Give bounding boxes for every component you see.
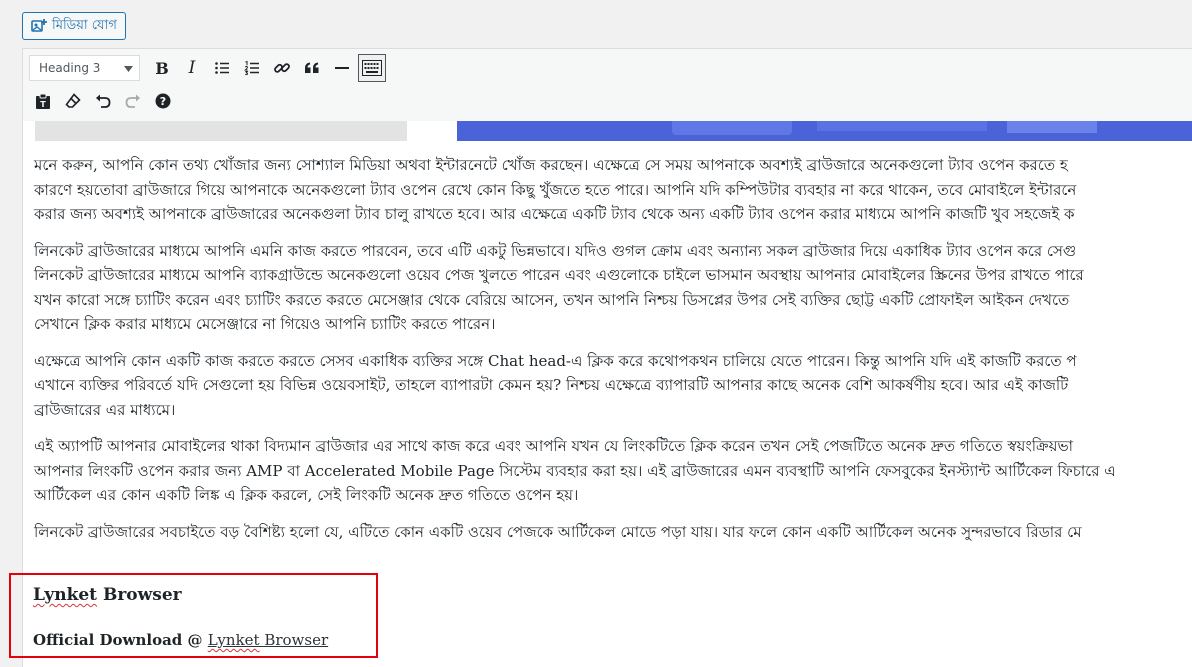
blockquote-icon	[304, 61, 320, 75]
paste-as-text-button[interactable]: T	[29, 87, 57, 115]
paragraph-line: লিনকেট ব্রাউজারের সবচাইতে বড় বৈশিষ্ট্য …	[34, 522, 1082, 541]
svg-text:T: T	[40, 100, 46, 109]
paragraph: লিনকেট ব্রাউজারের সবচাইতে বড় বৈশিষ্ট্য …	[34, 520, 1192, 545]
paragraph-line: লিনকেট ব্রাউজারের মাধ্যমে আপনি এমনি কাজ …	[34, 241, 1077, 260]
add-media-label: মিডিয়া যোগ	[52, 17, 117, 33]
paragraph: এক্ষেত্রে আপনি কোন একটি কাজ করতে করতে সে…	[34, 349, 1192, 423]
horizontal-line-icon	[335, 66, 349, 70]
help-button[interactable]: ?	[149, 87, 177, 115]
paragraph-line: করার জন্য অবশ্যই আপনাকে ব্রাউজারের অনেকগ…	[34, 205, 1075, 223]
paragraph-line: আর্টিকেল এর কোন একটি লিঙ্ক এ ক্লিক করলে,…	[34, 486, 579, 504]
help-icon: ?	[155, 93, 171, 109]
numbered-list-button[interactable]	[238, 54, 266, 82]
download-link-word-misspelled: Lynket	[207, 631, 260, 649]
paste-as-text-icon: T	[35, 93, 51, 110]
article-paragraphs: মনে করুন, আপনি কোন তথ্য খোঁজার জন্য সোশ্…	[34, 153, 1192, 556]
download-line: Official Download @ Lynket Browser	[33, 631, 328, 649]
clear-formatting-button[interactable]	[59, 87, 87, 115]
clear-formatting-icon	[65, 93, 81, 109]
content-heading: Lynket Browser	[33, 585, 182, 605]
paragraph-line: যখন কারো সঙ্গে চ্যাটিং করেন এবং চ্যাটিং …	[34, 290, 1070, 309]
link-button[interactable]	[268, 54, 296, 82]
bulleted-list-icon	[214, 60, 230, 76]
add-media-button[interactable]: মিডিয়া যোগ	[22, 12, 126, 40]
paragraph-line: এই অ্যাপটি আপনার মোবাইলের থাকা বিদ্যমান …	[34, 437, 1073, 455]
italic-button[interactable]: I	[178, 54, 206, 82]
paragraph-line: সেখানে ক্লিক করার মাধ্যমে মেসেঞ্জারে না …	[34, 315, 496, 333]
paragraph: লিনকেট ব্রাউজারের মাধ্যমে আপনি এমনি কাজ …	[34, 239, 1192, 337]
wordpress-classic-editor: মিডিয়া যোগ Heading 3 B I T ? মনে করুন, …	[0, 0, 1192, 667]
redo-icon	[125, 94, 141, 108]
heading-word: Browser	[97, 585, 182, 605]
toolbar-row-1: Heading 3 B I	[29, 53, 386, 83]
format-select[interactable]: Heading 3	[29, 55, 140, 81]
horizontal-line-button[interactable]	[328, 54, 356, 82]
toolbar-toggle-icon	[362, 60, 382, 76]
bold-icon: B	[155, 58, 169, 78]
image-thumbnail-right	[457, 121, 1192, 141]
bulleted-list-button[interactable]	[208, 54, 236, 82]
bold-button[interactable]: B	[148, 54, 176, 82]
format-select-value: Heading 3	[39, 61, 101, 75]
svg-text:?: ?	[160, 95, 166, 108]
caret-down-icon	[124, 61, 133, 75]
undo-button[interactable]	[89, 87, 117, 115]
paragraph-line: ব্রাউজারের এর মাধ্যমে।	[34, 400, 176, 419]
redo-button[interactable]	[119, 87, 147, 115]
toolbar-row-2: T ?	[29, 86, 177, 116]
media-buttons-bar: মিডিয়া যোগ	[0, 0, 1192, 48]
link-icon	[273, 59, 291, 77]
blockquote-button[interactable]	[298, 54, 326, 82]
paragraph-line: এক্ষেত্রে আপনি কোন একটি কাজ করতে করতে সে…	[34, 351, 1077, 370]
download-link[interactable]: Lynket Browser	[208, 631, 328, 649]
undo-icon	[95, 94, 111, 108]
paragraph: মনে করুন, আপনি কোন তথ্য খোঁজার জন্য সোশ্…	[34, 153, 1192, 227]
editor-toolbar: Heading 3 B I T ?	[23, 49, 1192, 122]
toolbar-toggle-button[interactable]	[358, 54, 386, 82]
paragraph-line: এখানে ব্যক্তির পরিবর্তে যদি সেগুলো হয় ব…	[34, 376, 1069, 394]
numbered-list-icon	[244, 60, 260, 76]
paragraph-line: আপনার লিংকটি ওপেন করার জন্য AMP বা Accel…	[34, 461, 1116, 480]
paragraph: এই অ্যাপটি আপনার মোবাইলের থাকা বিদ্যমান …	[34, 434, 1192, 508]
paragraph-line: কারণে হয়তোবা ব্রাউজারে গিয়ে আপনাকে অনে…	[34, 180, 1077, 199]
add-media-icon	[31, 18, 47, 34]
download-link-word: Browser	[259, 631, 329, 649]
download-prefix: Official Download @	[33, 631, 208, 649]
italic-icon: I	[188, 58, 196, 78]
heading-word-misspelled: Lynket	[33, 585, 98, 605]
image-thumbnail-left	[35, 121, 407, 141]
paragraph-line: মনে করুন, আপনি কোন তথ্য খোঁজার জন্য সোশ্…	[34, 156, 1068, 174]
paragraph-line: লিনকেট ব্রাউজারের মাধ্যমে আপনি ব্যাকগ্রা…	[34, 266, 1084, 284]
